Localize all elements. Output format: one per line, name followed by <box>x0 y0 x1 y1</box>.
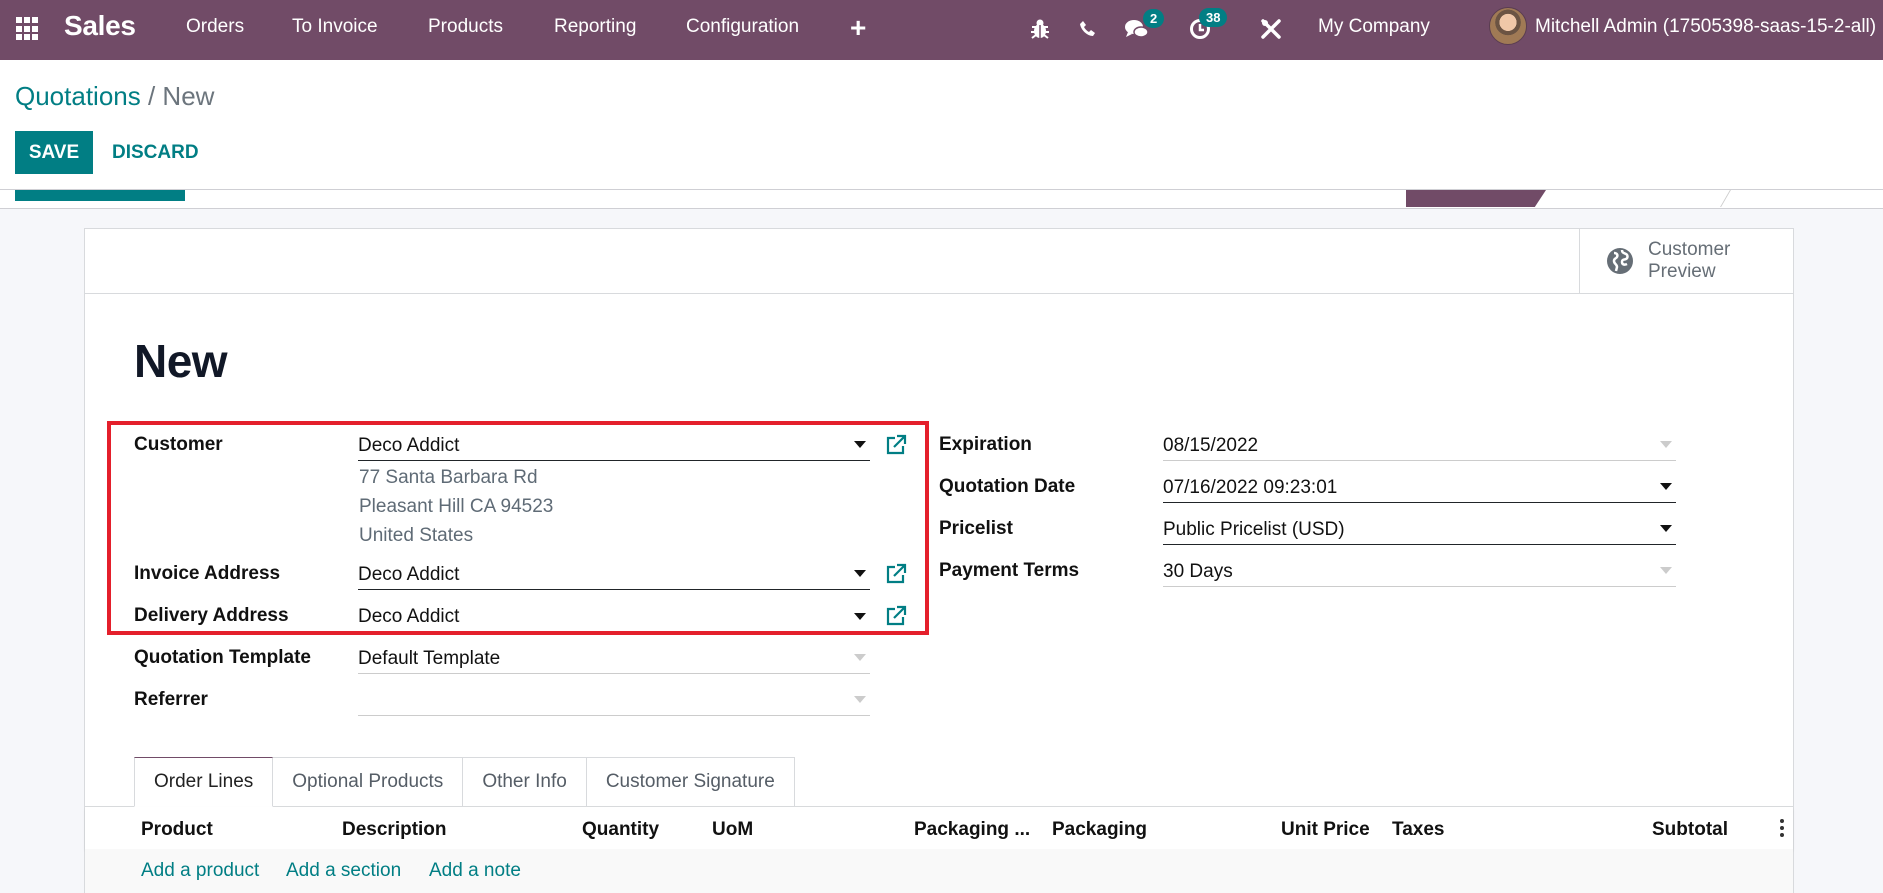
pricelist-field[interactable]: Public Pricelist (USD) <box>1163 513 1676 545</box>
pricelist-label: Pricelist <box>939 518 1013 539</box>
column-quantity[interactable]: Quantity <box>582 819 659 841</box>
customer-value: Deco Addict <box>358 434 460 456</box>
customer-address-line2: Pleasant Hill CA 94523 <box>359 496 554 517</box>
status-stage-active[interactable] <box>1406 190 1546 207</box>
column-packaging[interactable]: Packaging <box>1052 819 1147 841</box>
customer-external-link-icon[interactable] <box>885 434 907 456</box>
invoice-address-dropdown-caret-icon[interactable] <box>854 570 866 577</box>
expiration-label: Expiration <box>939 434 1032 455</box>
optional-columns-kebab-icon[interactable] <box>1779 819 1785 837</box>
discard-button[interactable]: DISCARD <box>102 131 209 174</box>
menu-orders[interactable]: Orders <box>186 16 244 38</box>
tab-customer-signature[interactable]: Customer Signature <box>586 757 795 807</box>
referrer-label: Referrer <box>134 689 208 710</box>
expiration-field[interactable]: 08/15/2022 <box>1163 429 1676 461</box>
quotation-template-value: Default Template <box>358 647 501 669</box>
payment-terms-label: Payment Terms <box>939 560 1080 581</box>
tab-order-lines[interactable]: Order Lines <box>134 757 274 807</box>
menu-reporting[interactable]: Reporting <box>554 16 636 38</box>
referrer-value <box>358 699 854 701</box>
app-name[interactable]: Sales <box>64 10 136 42</box>
pricelist-value: Public Pricelist (USD) <box>1163 518 1345 540</box>
add-product-link[interactable]: Add a product <box>141 860 259 882</box>
column-description[interactable]: Description <box>342 819 447 841</box>
globe-icon <box>1607 248 1633 274</box>
activities-badge: 38 <box>1199 8 1228 27</box>
debug-bug-icon[interactable] <box>1027 15 1053 43</box>
breadcrumb-current: New <box>162 81 215 111</box>
customer-address-line1: 77 Santa Barbara Rd <box>359 467 538 488</box>
tab-optional-products[interactable]: Optional Products <box>273 757 464 807</box>
column-uom[interactable]: UoM <box>712 819 753 841</box>
order-lines-header: Product Description Quantity UoM Packagi… <box>85 807 1793 849</box>
customer-field[interactable]: Deco Addict <box>358 429 870 461</box>
add-section-link[interactable]: Add a section <box>286 860 401 882</box>
customer-preview-line2: Preview <box>1648 261 1716 282</box>
delivery-address-external-link-icon[interactable] <box>885 605 907 627</box>
messages-badge: 2 <box>1143 9 1165 28</box>
column-subtotal[interactable]: Subtotal <box>1652 819 1728 841</box>
quotation-date-dropdown-caret-icon[interactable] <box>1660 483 1672 490</box>
quotation-template-label: Quotation Template <box>134 647 311 668</box>
column-packaging-qty[interactable]: Packaging ... <box>914 819 1030 841</box>
save-button[interactable]: SAVE <box>15 131 93 174</box>
tools-icon[interactable] <box>1258 15 1284 43</box>
payment-terms-value: 30 Days <box>1163 560 1233 582</box>
invoice-address-value: Deco Addict <box>358 563 460 585</box>
phone-icon[interactable] <box>1075 15 1101 43</box>
customer-preview-line1: Customer <box>1648 239 1731 260</box>
breadcrumb-separator: / <box>140 81 163 111</box>
referrer-dropdown-caret-icon[interactable] <box>854 696 866 703</box>
button-box: Customer Preview <box>85 229 1793 294</box>
notebook-tabs: Order Lines Optional Products Other Info… <box>134 757 795 809</box>
expiration-value: 08/15/2022 <box>1163 434 1259 456</box>
quotation-date-label: Quotation Date <box>939 476 1076 497</box>
breadcrumb: Quotations / New <box>15 81 214 112</box>
status-stage-next[interactable] <box>1541 190 1731 207</box>
customer-label: Customer <box>134 434 223 455</box>
customer-address-line3: United States <box>359 525 474 546</box>
payment-terms-field[interactable]: 30 Days <box>1163 555 1676 587</box>
menu-configuration[interactable]: Configuration <box>686 16 799 38</box>
column-product[interactable]: Product <box>141 819 213 841</box>
column-taxes[interactable]: Taxes <box>1392 819 1444 841</box>
breadcrumb-quotations[interactable]: Quotations <box>15 81 141 111</box>
add-note-link[interactable]: Add a note <box>429 860 521 882</box>
quotation-template-field[interactable]: Default Template <box>358 642 870 674</box>
tab-other-info[interactable]: Other Info <box>463 757 587 807</box>
user-avatar[interactable] <box>1489 7 1527 45</box>
form-sheet: Customer Preview New Customer Deco Addic… <box>84 228 1794 893</box>
quick-create-plus-icon[interactable]: + <box>850 12 866 44</box>
customer-dropdown-caret-icon[interactable] <box>854 441 866 448</box>
customer-preview-button[interactable]: Customer Preview <box>1579 229 1793 293</box>
invoice-address-label: Invoice Address <box>134 563 281 584</box>
expiration-dropdown-caret-icon[interactable] <box>1660 441 1672 448</box>
status-bar <box>0 189 1883 209</box>
quotation-template-dropdown-caret-icon[interactable] <box>854 654 866 661</box>
apps-menu-icon[interactable] <box>16 17 40 41</box>
invoice-address-external-link-icon[interactable] <box>885 563 907 585</box>
pricelist-dropdown-caret-icon[interactable] <box>1660 525 1672 532</box>
menu-to-invoice[interactable]: To Invoice <box>292 16 378 38</box>
company-switcher[interactable]: My Company <box>1318 16 1430 38</box>
user-menu[interactable]: Mitchell Admin (17505398-saas-15-2-all) <box>1535 16 1876 38</box>
referrer-field[interactable] <box>358 684 870 716</box>
delivery-address-value: Deco Addict <box>358 606 460 627</box>
payment-terms-dropdown-caret-icon[interactable] <box>1660 567 1672 574</box>
invoice-address-field[interactable]: Deco Addict <box>358 558 870 590</box>
delivery-address-label: Delivery Address <box>134 605 289 626</box>
add-line-row: Add a product Add a section Add a note <box>85 849 1793 893</box>
column-unit-price[interactable]: Unit Price <box>1281 819 1370 841</box>
customer-preview-label: Customer Preview <box>1648 239 1730 283</box>
quotation-date-field[interactable]: 07/16/2022 09:23:01 <box>1163 471 1676 503</box>
record-title: New <box>134 335 228 387</box>
quotation-date-value: 07/16/2022 09:23:01 <box>1163 476 1338 498</box>
top-navbar: Sales Orders To Invoice Products Reporti… <box>0 0 1883 60</box>
statusbar-action-button[interactable] <box>15 190 185 201</box>
delivery-address-field[interactable]: Deco Addict <box>358 600 870 632</box>
delivery-address-dropdown-caret-icon[interactable] <box>854 612 866 620</box>
menu-products[interactable]: Products <box>428 16 503 38</box>
